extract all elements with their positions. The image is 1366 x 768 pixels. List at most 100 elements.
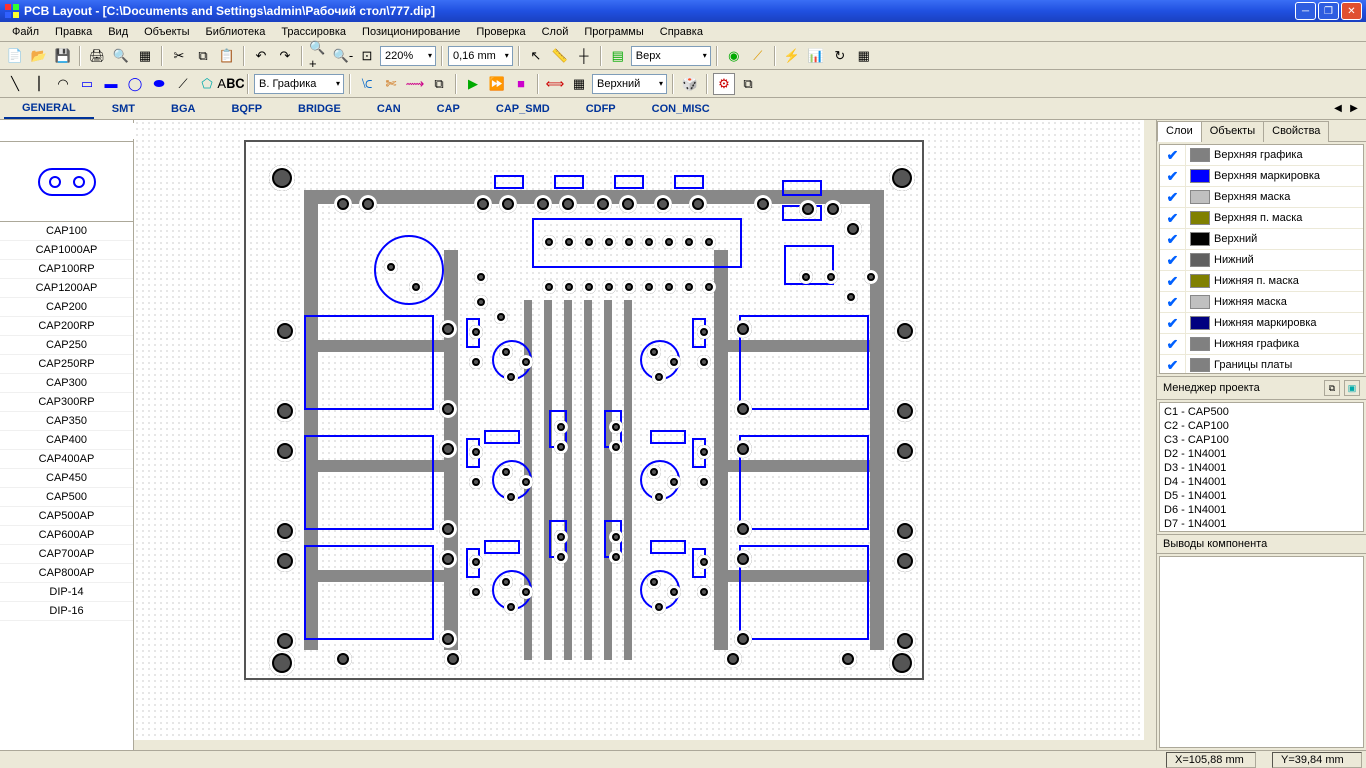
copy-button[interactable]: ⧉ <box>192 45 214 67</box>
run-button[interactable]: ▶ <box>462 73 484 95</box>
redo-button[interactable]: ↷ <box>274 45 296 67</box>
rats-button[interactable]: ⟋ <box>747 45 769 67</box>
libtab-cdfp[interactable]: CDFP <box>568 100 634 118</box>
layer-combo[interactable]: Верх <box>631 46 711 66</box>
canvas-scroll[interactable] <box>134 120 1156 750</box>
drc-button[interactable]: ⚡ <box>781 45 803 67</box>
layer-visible-check[interactable]: ✔ <box>1160 166 1186 186</box>
graphics-combo[interactable]: В. Графика <box>254 74 344 94</box>
layer-visible-check[interactable]: ✔ <box>1160 292 1186 312</box>
components-button[interactable]: ▦ <box>568 73 590 95</box>
menu-layer[interactable]: Слой <box>534 24 577 40</box>
layer-color-swatch[interactable] <box>1190 148 1210 162</box>
layer-visible-check[interactable]: ✔ <box>1160 208 1186 228</box>
layer-row[interactable]: ✔Нижний <box>1160 250 1363 271</box>
save-button[interactable]: 💾 <box>52 45 74 67</box>
project-item[interactable]: D4 - 1N4001 <box>1162 475 1361 489</box>
list-item[interactable]: CAP350 <box>0 412 133 431</box>
layer-row[interactable]: ✔Верхняя маска <box>1160 187 1363 208</box>
polyline-tool[interactable]: ⎮ <box>28 73 50 95</box>
zoomfit-button[interactable]: ⊡ <box>356 45 378 67</box>
side-combo[interactable]: Верхний <box>592 74 667 94</box>
list-item[interactable]: CAP600AP <box>0 526 133 545</box>
layer-color-swatch[interactable] <box>1190 274 1210 288</box>
project-item[interactable]: D6 - 1N4001 <box>1162 503 1361 517</box>
rtab-layers[interactable]: Слои <box>1157 121 1202 142</box>
libtab-general[interactable]: GENERAL <box>4 99 94 119</box>
project-icon-1[interactable]: ⧉ <box>1324 380 1340 396</box>
menu-programs[interactable]: Программы <box>576 24 651 40</box>
pointer-button[interactable]: ↖ <box>525 45 547 67</box>
menu-objects[interactable]: Объекты <box>136 24 197 40</box>
menu-check[interactable]: Проверка <box>468 24 533 40</box>
unroute-button[interactable]: ✄ <box>380 73 402 95</box>
netlist-button[interactable]: ⧉ <box>737 73 759 95</box>
layer-icon[interactable]: ▤ <box>607 45 629 67</box>
list-item[interactable]: CAP450 <box>0 469 133 488</box>
text-tool[interactable]: A𝐁𝐂 <box>220 73 242 95</box>
zoom-combo[interactable]: 220% <box>380 46 436 66</box>
layer-color-swatch[interactable] <box>1190 358 1210 372</box>
component-search-input[interactable] <box>0 123 150 139</box>
layer-visible-check[interactable]: ✔ <box>1160 334 1186 354</box>
list-item[interactable]: CAP500AP <box>0 507 133 526</box>
linewidth-combo[interactable]: 0,16 mm <box>448 46 513 66</box>
arc-tool[interactable]: ◠ <box>52 73 74 95</box>
list-item[interactable]: CAP100 <box>0 222 133 241</box>
layer-color-swatch[interactable] <box>1190 337 1210 351</box>
layer-row[interactable]: ✔Верхняя графика <box>1160 145 1363 166</box>
pins-box[interactable] <box>1159 556 1364 748</box>
fanout-button[interactable]: ⧉ <box>428 73 450 95</box>
rtab-objects[interactable]: Объекты <box>1201 121 1264 142</box>
layer-color-swatch[interactable] <box>1190 190 1210 204</box>
paste-button[interactable]: 📋 <box>216 45 238 67</box>
origin-button[interactable]: ┼ <box>573 45 595 67</box>
list-item[interactable]: CAP400AP <box>0 450 133 469</box>
layer-row[interactable]: ✔Верхний <box>1160 229 1363 250</box>
list-item[interactable]: CAP700AP <box>0 545 133 564</box>
libtab-cap[interactable]: CAP <box>419 100 478 118</box>
libtab-smt[interactable]: SMT <box>94 100 153 118</box>
route-button[interactable]: ⟿ <box>404 73 426 95</box>
component-list[interactable]: CAP100CAP1000APCAP100RPCAP1200APCAP200CA… <box>0 222 133 750</box>
layer-row[interactable]: ✔Нижняя п. маска <box>1160 271 1363 292</box>
menu-edit[interactable]: Правка <box>47 24 100 40</box>
layer-row[interactable]: ✔Верхняя п. маска <box>1160 208 1363 229</box>
list-item[interactable]: CAP300 <box>0 374 133 393</box>
list-item[interactable]: CAP500 <box>0 488 133 507</box>
pcb-canvas[interactable] <box>134 120 1144 740</box>
list-item[interactable]: DIP-14 <box>0 583 133 602</box>
layer-color-swatch[interactable] <box>1190 316 1210 330</box>
ruler-button[interactable]: 📏 <box>549 45 571 67</box>
via-button[interactable]: ◉ <box>723 45 745 67</box>
project-item[interactable]: D2 - 1N4001 <box>1162 447 1361 461</box>
titleblock-button[interactable]: ▦ <box>134 45 156 67</box>
layer-visible-check[interactable]: ✔ <box>1160 271 1186 291</box>
maximize-button[interactable]: ❐ <box>1318 2 1339 20</box>
libtab-capsmd[interactable]: CAP_SMD <box>478 100 568 118</box>
menu-positioning[interactable]: Позиционирование <box>354 24 468 40</box>
project-icon-2[interactable]: ▣ <box>1344 380 1360 396</box>
trace-tool[interactable]: ⟈ <box>356 73 378 95</box>
list-item[interactable]: DIP-16 <box>0 602 133 621</box>
new-button[interactable]: 📄 <box>4 45 26 67</box>
list-item[interactable]: CAP800AP <box>0 564 133 583</box>
list-item[interactable]: CAP1200AP <box>0 279 133 298</box>
list-item[interactable]: CAP200RP <box>0 317 133 336</box>
libtab-prev[interactable]: ◀ <box>1330 101 1346 117</box>
rectfill-tool[interactable]: ▬ <box>100 73 122 95</box>
open-button[interactable]: 📂 <box>28 45 50 67</box>
menu-library[interactable]: Библиотека <box>198 24 274 40</box>
project-item[interactable]: C2 - CAP100 <box>1162 419 1361 433</box>
zoomout-button[interactable]: 🔍- <box>332 45 354 67</box>
list-item[interactable]: CAP300RP <box>0 393 133 412</box>
menu-file[interactable]: Файл <box>4 24 47 40</box>
close-button[interactable]: ✕ <box>1341 2 1362 20</box>
layer-row[interactable]: ✔Нижняя маска <box>1160 292 1363 313</box>
layer-row[interactable]: ✔Границы платы <box>1160 355 1363 374</box>
list-item[interactable]: CAP400 <box>0 431 133 450</box>
layer-visible-check[interactable]: ✔ <box>1160 187 1186 207</box>
list-item[interactable]: CAP100RP <box>0 260 133 279</box>
libtab-conmisc[interactable]: CON_MISC <box>634 100 728 118</box>
undo-button[interactable]: ↶ <box>250 45 272 67</box>
